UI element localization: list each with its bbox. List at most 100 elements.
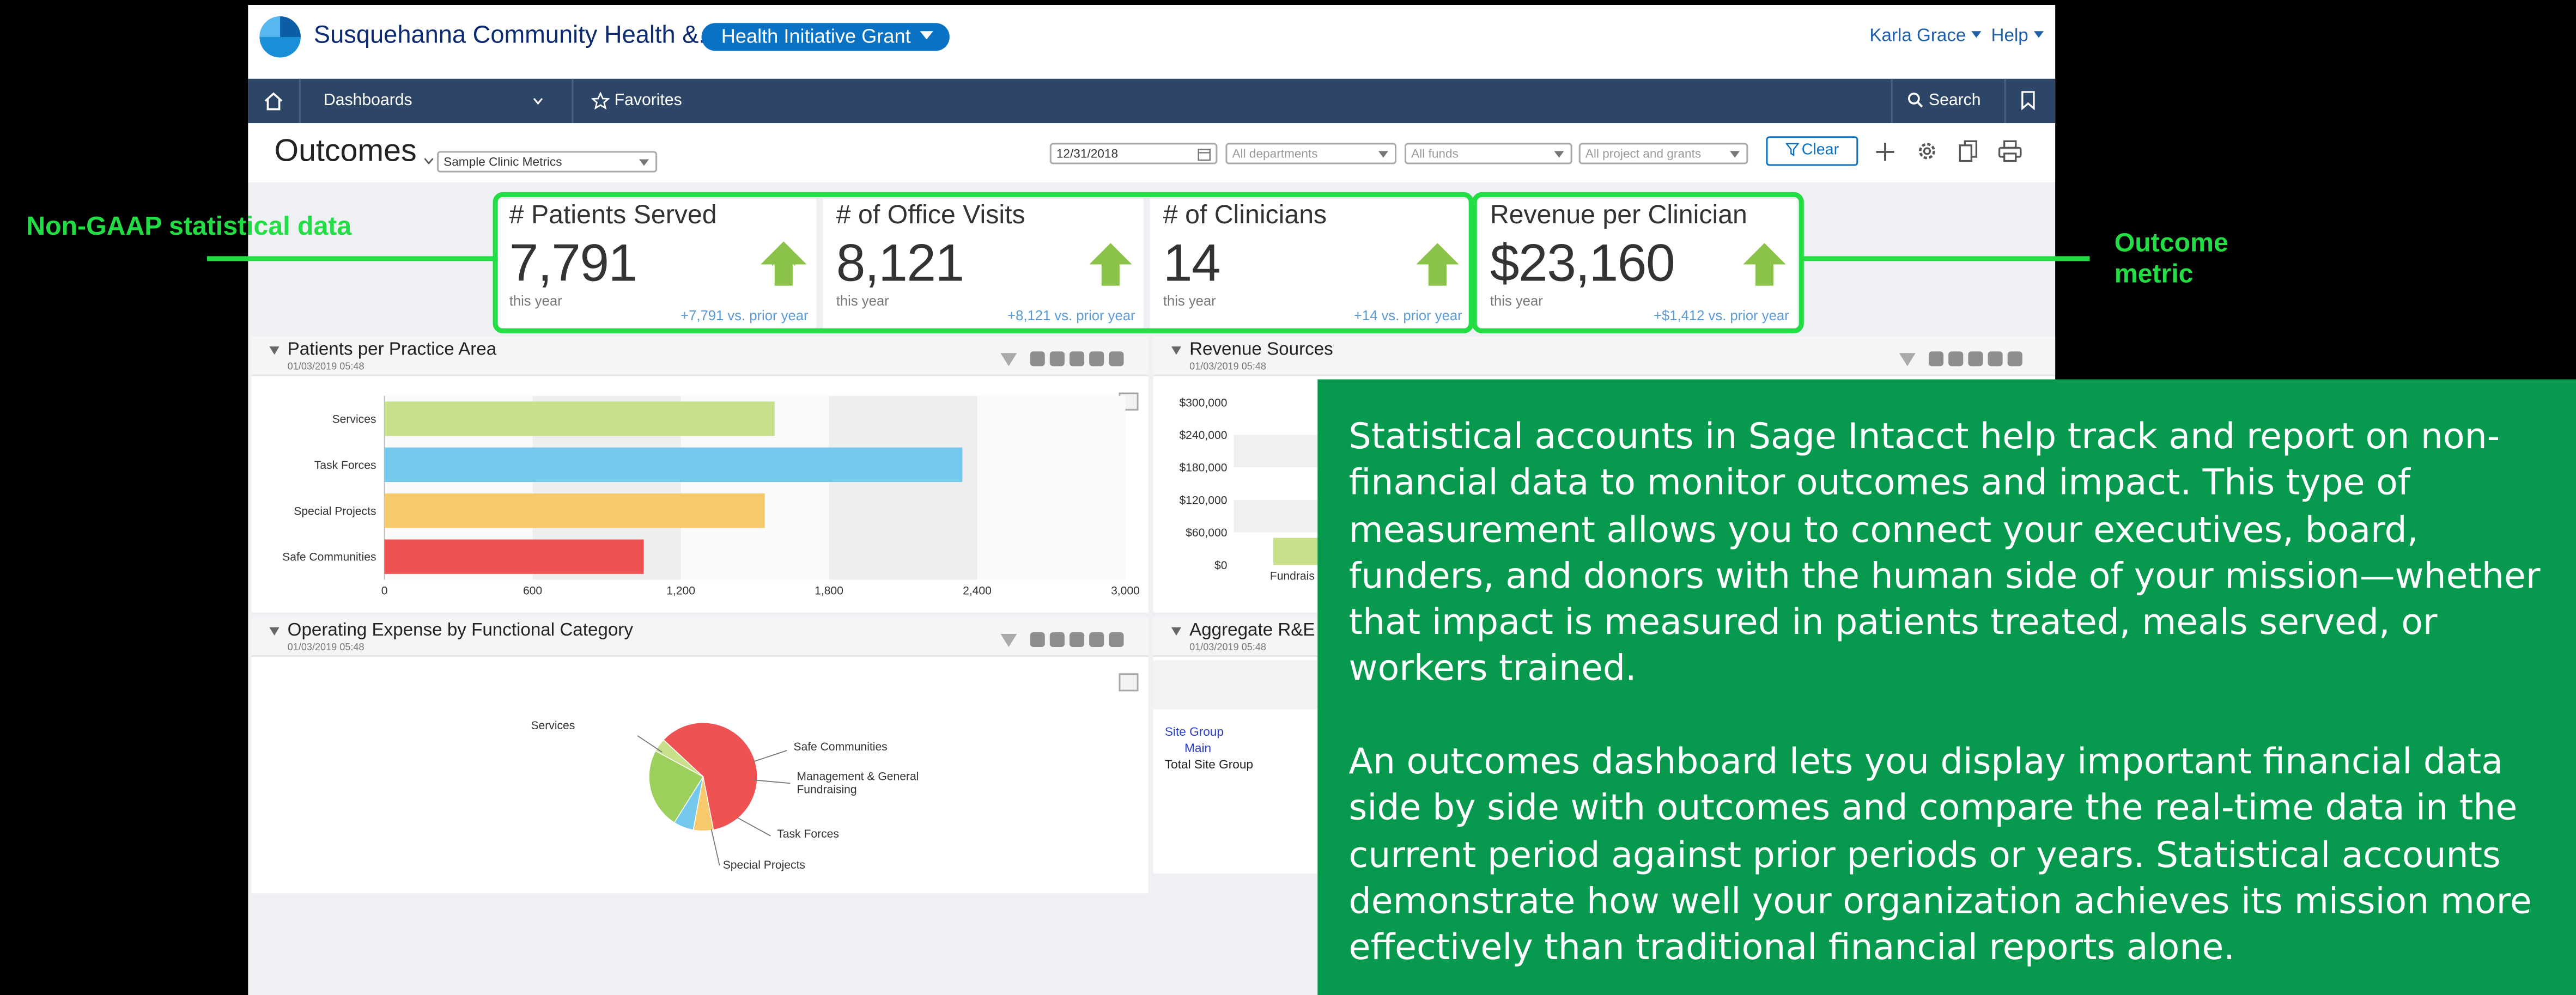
panel-toolbar <box>1899 345 2027 367</box>
practice-area-bar-chart: Services Task Forces Special Projects Safe … <box>282 395 1140 597</box>
nav-divider <box>2004 78 2006 124</box>
collapse-icon[interactable] <box>1171 627 1182 636</box>
date-value: 12/31/2018 <box>1056 146 1119 161</box>
grid-band <box>977 395 1126 580</box>
panel-date: 01/03/2019 05:48 <box>1189 363 1266 373</box>
print-icon[interactable] <box>1998 139 2022 162</box>
top-bar: Susquehanna Community Health &... Health… <box>248 5 2056 79</box>
refresh-icon[interactable] <box>1049 632 1065 648</box>
grant-label: Health Initiative Grant <box>721 25 911 48</box>
tick-label: 0 <box>381 585 388 597</box>
gear-icon[interactable] <box>1089 632 1104 648</box>
annotation-non-gaap: Non-GAAP statistical data <box>26 213 352 242</box>
annotation-outcome-metric: Outcome metric <box>2114 230 2228 289</box>
leader-line <box>637 735 663 753</box>
edit-icon[interactable] <box>1030 632 1045 648</box>
zoom-icon[interactable] <box>1069 632 1085 648</box>
tick-label: 600 <box>523 585 542 597</box>
trash-icon[interactable] <box>1109 632 1124 648</box>
select-arrows-icon <box>639 159 649 166</box>
panel-header: Patients per Practice Area 01/03/2019 05… <box>251 337 1149 376</box>
panel-header: Operating Expense by Functional Category… <box>251 617 1149 657</box>
trash-icon[interactable] <box>1109 351 1124 367</box>
panel-date: 01/03/2019 05:48 <box>287 363 364 373</box>
caret-down-icon <box>2033 31 2043 38</box>
company-name[interactable]: Susquehanna Community Health &... <box>314 21 719 49</box>
aggregate-row-main[interactable]: Main <box>1184 741 1211 755</box>
panel-title: Patients per Practice Area <box>287 340 497 360</box>
search-button[interactable]: Search <box>1929 92 1981 110</box>
clear-label: Clear <box>1801 141 1839 160</box>
date-field[interactable]: 12/31/2018 <box>1049 143 1218 164</box>
tick-label: 2,400 <box>963 585 992 597</box>
filter-icon[interactable] <box>1899 353 1916 367</box>
projects-select[interactable]: All project and grants <box>1578 143 1748 164</box>
panel-operating-expense: Operating Expense by Functional Category… <box>251 617 1149 894</box>
search-icon <box>1907 93 1923 108</box>
refresh-icon[interactable] <box>1049 351 1065 367</box>
nav-divider <box>572 78 574 124</box>
dashboards-menu[interactable]: Dashboards <box>324 92 412 110</box>
tick-label: $180,000 <box>1179 462 1227 474</box>
category-label: Safe Communities <box>282 551 376 564</box>
chevron-down-icon <box>1378 151 1388 158</box>
leader-line <box>754 779 791 784</box>
favorites-menu[interactable]: Favorites <box>615 92 682 110</box>
annotation-connector-right <box>1800 256 2090 261</box>
nav-bar: Dashboards Favorites Search <box>248 78 2056 124</box>
chevron-down-icon <box>1730 151 1740 158</box>
help-menu[interactable]: Help <box>1991 26 2043 46</box>
tick-label: $300,000 <box>1179 396 1227 409</box>
gear-icon[interactable] <box>1916 139 1939 162</box>
aggregate-row-site-group[interactable]: Site Group <box>1165 724 1224 739</box>
metrics-select[interactable]: Sample Clinic Metrics <box>437 151 658 173</box>
chevron-down-icon[interactable] <box>532 97 544 105</box>
zoom-icon[interactable] <box>1069 351 1085 367</box>
zoom-icon[interactable] <box>1968 351 1983 367</box>
tick-label: $0 <box>1214 559 1227 572</box>
trash-icon[interactable] <box>2007 351 2022 367</box>
panel-title: Aggregate R&E <box>1189 620 1315 640</box>
filter-icon[interactable] <box>1000 633 1017 648</box>
panel-title: Revenue Sources <box>1189 340 1333 360</box>
info-paragraph-2: An outcomes dashboard lets you display i… <box>1348 742 2532 969</box>
funds-select[interactable]: All funds <box>1405 143 1572 164</box>
highlight-box-outcome <box>1472 192 1804 334</box>
bar <box>384 447 963 482</box>
refresh-icon[interactable] <box>1948 351 1964 367</box>
bookmark-icon[interactable] <box>2021 90 2036 111</box>
grant-dropdown-button[interactable]: Health Initiative Grant <box>701 23 951 51</box>
copy-icon[interactable] <box>1958 139 1978 162</box>
bar <box>384 493 765 528</box>
user-menu[interactable]: Karla Grace <box>1869 26 1981 46</box>
home-icon[interactable] <box>263 90 284 112</box>
chevron-down-icon[interactable] <box>424 157 434 164</box>
clear-filters-button[interactable]: Clear <box>1766 136 1858 166</box>
add-icon[interactable] <box>1874 141 1895 162</box>
info-callout: Statistical accounts in Sage Intacct hel… <box>1317 379 2576 995</box>
departments-select[interactable]: All departments <box>1225 143 1397 164</box>
gear-icon[interactable] <box>1988 351 2003 367</box>
collapse-icon[interactable] <box>269 627 280 636</box>
gear-icon[interactable] <box>1089 351 1104 367</box>
collapse-icon[interactable] <box>1171 346 1182 355</box>
panel-toolbar <box>1000 345 1128 367</box>
title-bar: Outcomes Sample Clinic Metrics 12/31/201… <box>248 123 2056 182</box>
grid-band <box>829 395 977 580</box>
help-label: Help <box>1991 26 2028 46</box>
panel-header: Revenue Sources 01/03/2019 05:48 <box>1153 337 2056 376</box>
leader-line <box>752 750 787 762</box>
slice-label: Special Projects <box>723 859 805 871</box>
category-label: Services <box>332 413 376 425</box>
nav-divider <box>299 78 301 124</box>
funds-placeholder: All funds <box>1411 146 1459 161</box>
collapse-icon[interactable] <box>269 346 280 355</box>
edit-icon[interactable] <box>1030 351 1045 367</box>
filter-icon <box>1784 143 1799 157</box>
tick-label: $60,000 <box>1186 527 1227 539</box>
highlight-box-statistical <box>493 192 1474 334</box>
star-icon <box>591 91 610 110</box>
filter-icon[interactable] <box>1000 353 1017 367</box>
leader-line <box>737 817 771 837</box>
edit-icon[interactable] <box>1928 351 1944 367</box>
